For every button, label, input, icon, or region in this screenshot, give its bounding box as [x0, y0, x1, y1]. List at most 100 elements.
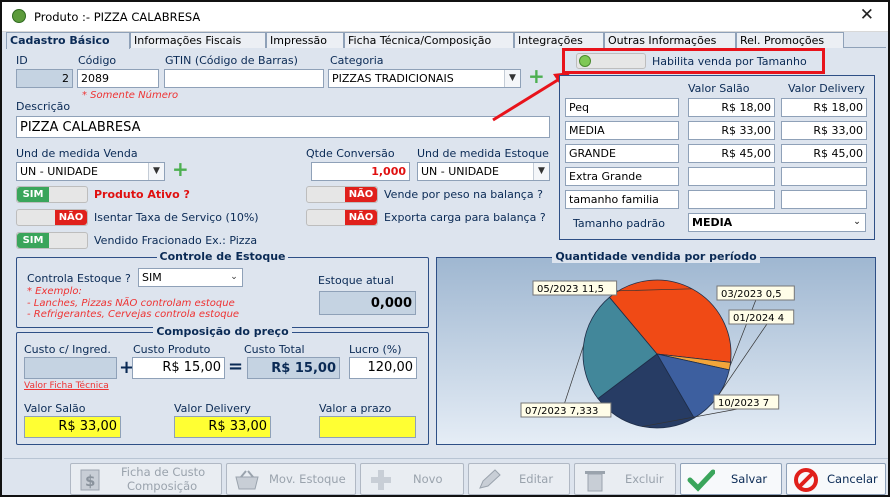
- exporta-carga-toggle[interactable]: NÃO: [306, 209, 378, 226]
- valor-prazo-input[interactable]: [319, 416, 416, 438]
- id-field: 2: [16, 69, 73, 88]
- estoque-note-3: - Refrigerantes, Cervejas controla estoq…: [27, 309, 240, 320]
- estoque-atual-label: Estoque atual: [318, 274, 394, 287]
- produto-ativo-toggle[interactable]: SIM: [16, 186, 88, 203]
- pie-label-text: 07/2023 7,333: [525, 406, 598, 417]
- custo-produto-label: Custo Produto: [133, 343, 211, 356]
- habilita-tamanho-label: Habilita venda por Tamanho: [652, 55, 807, 68]
- novo-button[interactable]: Novo: [360, 463, 464, 495]
- estoque-group-title: Controle de Estoque: [17, 250, 428, 263]
- tab-bar: Cadastro Básico Informações Fiscais Impr…: [6, 32, 886, 49]
- cancelar-button[interactable]: Cancelar: [786, 463, 886, 495]
- pie-label: 03/2023 0,5: [716, 285, 795, 301]
- size-name-field[interactable]: Extra Grande: [565, 167, 679, 186]
- pie-label: 05/2023 11,5: [532, 280, 618, 296]
- produto-ativo-label: Produto Ativo ?: [94, 188, 190, 201]
- gtin-input[interactable]: [164, 69, 324, 88]
- editar-button[interactable]: Editar: [468, 463, 570, 495]
- ficha-custo-button[interactable]: $ Ficha de Custo Composição: [70, 463, 222, 495]
- size-delivery-field[interactable]: R$ 33,00: [781, 121, 867, 140]
- size-salao-field[interactable]: [688, 167, 775, 186]
- salvar-button[interactable]: Salvar: [680, 463, 782, 495]
- dollar-doc-icon: $: [80, 469, 100, 491]
- controla-estoque-select[interactable]: SIM ⌄: [138, 268, 243, 287]
- pie-chart: 05/2023 11,5 03/2023 0,5 01/2024 4 10/2023 …: [520, 279, 795, 429]
- size-salao-field[interactable]: R$ 18,00: [688, 98, 775, 117]
- lucro-input[interactable]: 120,00: [349, 357, 417, 379]
- vende-peso-toggle[interactable]: NÃO: [306, 186, 378, 203]
- excluir-label: Excluir: [625, 472, 664, 486]
- size-delivery-field[interactable]: [781, 190, 867, 209]
- tab-impressao[interactable]: Impressão: [266, 32, 344, 48]
- codigo-input[interactable]: 2089: [77, 69, 159, 88]
- valor-prazo-label: Valor a prazo: [319, 402, 392, 415]
- add-unidade-icon[interactable]: +: [172, 159, 189, 179]
- toggle-nao: NÃO: [55, 210, 87, 225]
- estoque-note-1: * Exemplo:: [27, 286, 82, 297]
- novo-label: Novo: [413, 472, 443, 486]
- ficha-tecnica-link[interactable]: Valor Ficha Técnica: [24, 381, 109, 391]
- pie-leader-line: [729, 296, 758, 367]
- size-salao-field[interactable]: R$ 45,00: [688, 144, 775, 163]
- isentar-taxa-toggle[interactable]: NÃO: [16, 209, 88, 226]
- window-title: Produto :- PIZZA CALABRESA: [34, 10, 201, 24]
- toggle-sim: SIM: [17, 233, 49, 248]
- size-name-field[interactable]: MEDIA: [565, 121, 679, 140]
- descricao-input[interactable]: PIZZA CALABRESA: [16, 116, 550, 138]
- und-venda-label: Und de medida Venda: [16, 147, 138, 160]
- tamanho-padrao-label: Tamanho padrão: [573, 217, 665, 230]
- habilita-tamanho-toggle[interactable]: [576, 53, 646, 69]
- tab-ficha-tecnica[interactable]: Ficha Técnica/Composição: [344, 32, 514, 48]
- size-salao-field[interactable]: R$ 33,00: [688, 121, 775, 140]
- vendido-fracionado-toggle[interactable]: SIM: [16, 232, 88, 249]
- size-delivery-field[interactable]: R$ 18,00: [781, 98, 867, 117]
- mov-estoque-button[interactable]: Mov. Estoque: [226, 463, 356, 495]
- size-delivery-field[interactable]: R$ 45,00: [781, 144, 867, 163]
- product-window: Produto :- PIZZA CALABRESA ✕ Cadastro Bá…: [0, 0, 890, 497]
- svg-text:$: $: [85, 472, 95, 490]
- codigo-label: Código: [78, 54, 117, 67]
- isentar-taxa-label: Isentar Taxa de Serviço (10%): [94, 211, 259, 224]
- gtin-label: GTIN (Código de Barras): [165, 54, 298, 67]
- estoque-group: Controle de Estoque Controla Estoque ? S…: [16, 250, 429, 328]
- preco-group: Composição do preço Custo c/ Ingred. + C…: [16, 325, 429, 445]
- preco-group-title: Composição do preço: [17, 325, 428, 338]
- custo-produto-input[interactable]: R$ 15,00: [132, 357, 225, 379]
- chevron-down-icon[interactable]: ⌄: [226, 269, 242, 286]
- valor-salao-input[interactable]: R$ 33,00: [24, 416, 121, 438]
- tab-integracoes[interactable]: Integrações: [514, 32, 604, 48]
- tab-rel-promocoes[interactable]: Rel. Promoções: [736, 32, 844, 48]
- size-salao-field[interactable]: [688, 190, 775, 209]
- size-name-field[interactable]: tamanho familia: [565, 190, 679, 209]
- und-venda-select[interactable]: UN - UNIDADE ▼: [16, 162, 165, 181]
- pie-label: 07/2023 7,333: [520, 402, 612, 418]
- estoque-note-2: - Lanches, Pizzas NÃO controlam estoque: [27, 298, 235, 309]
- lucro-label: Lucro (%): [349, 343, 402, 356]
- tab-outras-informacoes[interactable]: Outras Informações: [604, 32, 736, 48]
- size-name-field[interactable]: Peq: [565, 98, 679, 117]
- tab-cadastro-basico[interactable]: Cadastro Básico: [6, 32, 130, 49]
- size-name-field[interactable]: GRANDE: [565, 144, 679, 163]
- size-delivery-field[interactable]: [781, 167, 867, 186]
- tab-informacoes-fiscais[interactable]: Informações Fiscais: [130, 32, 266, 48]
- tamanho-padrao-select[interactable]: MEDIA ⌄: [688, 213, 866, 232]
- cancel-icon: [794, 468, 818, 492]
- close-icon[interactable]: ✕: [860, 5, 874, 25]
- custo-total-label: Custo Total: [244, 343, 305, 356]
- excluir-button[interactable]: Excluir: [574, 463, 676, 495]
- action-toolbar: $ Ficha de Custo Composição Mov. Estoque…: [4, 458, 888, 495]
- toggle-knob-icon: [579, 55, 591, 67]
- valor-delivery-input[interactable]: R$ 33,00: [174, 416, 271, 438]
- toggle-nao: NÃO: [345, 187, 377, 202]
- vende-peso-label: Vende por peso na balança ?: [384, 188, 543, 201]
- toggle-sim: SIM: [17, 187, 49, 202]
- chevron-down-icon[interactable]: ▼: [148, 163, 164, 180]
- codigo-note: * Somente Número: [82, 90, 179, 101]
- plus-icon: [371, 470, 391, 490]
- chevron-down-icon[interactable]: ▼: [533, 163, 549, 180]
- qtde-conversao-input[interactable]: 1,000: [311, 162, 410, 181]
- descricao-label: Descrição: [16, 100, 71, 113]
- chevron-down-icon[interactable]: ⌄: [849, 214, 865, 231]
- und-estoque-select[interactable]: UN - UNIDADE ▼: [417, 162, 550, 181]
- vendido-fracionado-label: Vendido Fracionado Ex.: Pizza: [94, 234, 258, 247]
